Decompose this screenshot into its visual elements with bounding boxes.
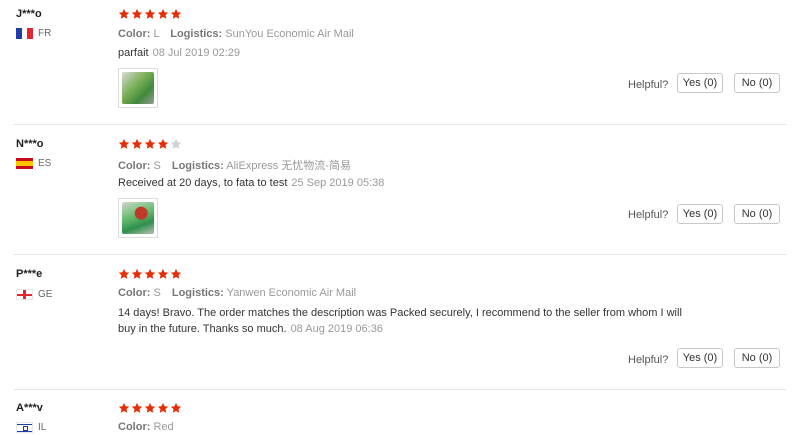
star-filled-icon	[170, 8, 182, 19]
logistics-value: SunYou Economic Air Mail	[225, 28, 354, 40]
star-filled-icon	[144, 268, 156, 279]
star-filled-icon	[118, 402, 130, 413]
color-label: Color:	[118, 160, 151, 172]
star-filled-icon	[157, 138, 169, 149]
review-photo-thumbnail[interactable]	[118, 198, 158, 238]
reviewer-country: FR	[16, 28, 51, 39]
helpful-yes-button[interactable]: Yes (0)	[677, 73, 723, 93]
helpful-yes-button[interactable]: Yes (0)	[677, 348, 723, 368]
logistics-value: AliExpress 无忧物流-简易	[226, 160, 351, 172]
star-filled-icon	[131, 402, 143, 413]
helpful-no-button[interactable]: No (0)	[734, 204, 780, 224]
color-label: Color:	[118, 287, 151, 299]
reviewer-name: A***v	[16, 402, 43, 414]
logistics-value: Yanwen Economic Air Mail	[226, 287, 357, 299]
country-code: GE	[38, 289, 53, 300]
star-empty-icon	[170, 138, 182, 149]
feedback-text-line: 14 days! Bravo. The order matches the de…	[118, 307, 682, 319]
reviewer-name: N***o	[16, 138, 44, 150]
star-filled-icon	[131, 8, 143, 19]
feedback-text: Received at 20 days, to fata to test	[118, 177, 288, 189]
star-rating	[118, 8, 182, 20]
order-info: Color: Red	[118, 421, 174, 433]
star-filled-icon	[144, 402, 156, 413]
photo-image	[122, 202, 154, 234]
reviewer-country: ES	[16, 158, 51, 169]
helpful-label: Helpful?	[628, 79, 669, 91]
order-info: Color: L Logistics: SunYou Economic Air …	[118, 28, 354, 40]
review-text: 14 days! Bravo. The order matches the de…	[118, 305, 698, 337]
review-date: 08 Aug 2019 06:36	[290, 323, 383, 335]
helpful-yes-button[interactable]: Yes (0)	[677, 204, 723, 224]
review-text: parfait 08 Jul 2019 02:29	[118, 45, 698, 61]
reviewer-name: J***o	[16, 8, 42, 20]
star-filled-icon	[157, 268, 169, 279]
star-filled-icon	[170, 402, 182, 413]
star-filled-icon	[118, 8, 130, 19]
star-filled-icon	[157, 402, 169, 413]
reviewer-name: P***e	[16, 268, 43, 280]
logistics-label: Logistics:	[171, 160, 224, 172]
order-info: Color: S Logistics: Yanwen Economic Air …	[118, 287, 356, 299]
color-value: S	[153, 287, 161, 299]
country-code: ES	[38, 158, 52, 169]
star-rating	[118, 268, 182, 280]
star-filled-icon	[170, 268, 182, 279]
helpful-no-button[interactable]: No (0)	[734, 348, 780, 368]
review-divider	[14, 389, 786, 390]
flag-israel-icon	[16, 422, 33, 433]
star-filled-icon	[118, 138, 130, 149]
helpful-label: Helpful?	[628, 209, 669, 221]
star-filled-icon	[131, 138, 143, 149]
star-filled-icon	[131, 268, 143, 279]
color-value: L	[153, 28, 160, 40]
star-rating	[118, 138, 182, 150]
review-date: 08 Jul 2019 02:29	[152, 47, 241, 59]
reviewer-country: GE	[16, 289, 52, 300]
country-code: IL	[38, 422, 47, 433]
flag-france-icon	[16, 28, 33, 39]
feedback-text: parfait	[118, 47, 149, 59]
flag-georgia-icon	[16, 289, 33, 300]
review-date: 25 Sep 2019 05:38	[291, 177, 385, 189]
color-label: Color:	[118, 421, 151, 433]
logistics-label: Logistics:	[170, 28, 223, 40]
star-filled-icon	[118, 268, 130, 279]
color-value: S	[153, 160, 161, 172]
country-code: FR	[38, 28, 52, 39]
star-filled-icon	[144, 138, 156, 149]
helpful-label: Helpful?	[628, 354, 669, 366]
flag-spain-icon	[16, 158, 33, 169]
helpful-no-button[interactable]: No (0)	[734, 73, 780, 93]
order-info: Color: S Logistics: AliExpress 无忧物流-简易	[118, 157, 351, 173]
review-divider	[14, 254, 786, 255]
star-filled-icon	[144, 8, 156, 19]
star-filled-icon	[157, 8, 169, 19]
reviewer-country: IL	[16, 422, 46, 433]
star-rating	[118, 402, 182, 414]
review-text: Received at 20 days, to fata to test 25 S…	[118, 175, 698, 191]
color-label: Color:	[118, 28, 151, 40]
review-photo-thumbnail[interactable]	[118, 68, 158, 108]
feedback-text-line: buy in the future. Thanks so much.	[118, 323, 287, 335]
review-divider	[14, 124, 786, 125]
logistics-label: Logistics:	[171, 287, 224, 299]
color-value: Red	[153, 421, 174, 433]
photo-image	[122, 72, 154, 104]
